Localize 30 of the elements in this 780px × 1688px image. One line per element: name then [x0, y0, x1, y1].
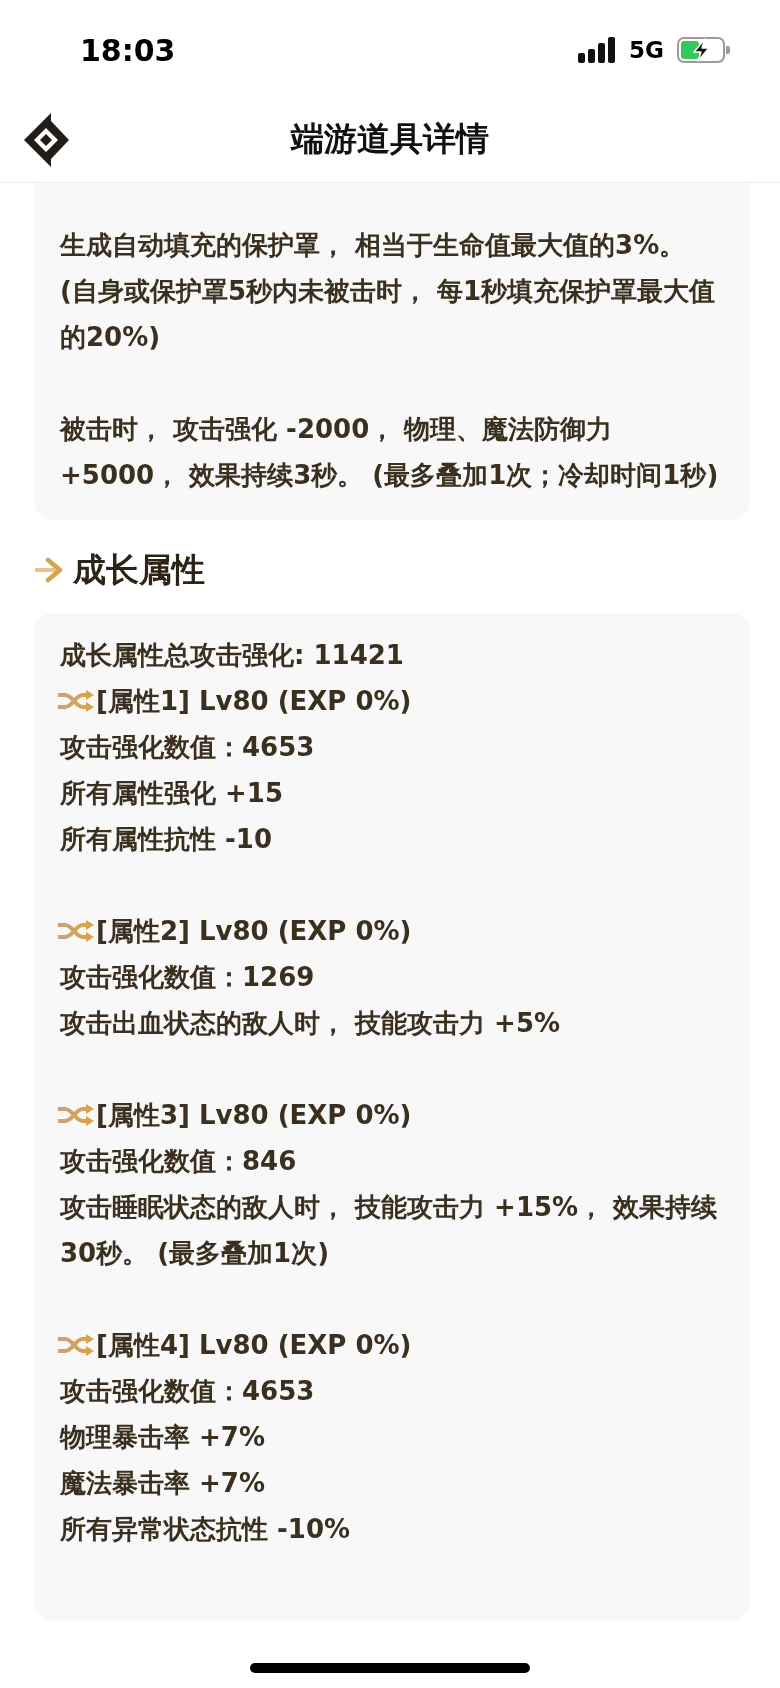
signal-icon [578, 37, 617, 63]
effect-text: 被击时， 攻击强化 -2000， 物理、魔法防御力 +5000， 效果持续3秒。 (最多叠加1次；冷却时间1秒) [60, 413, 720, 492]
section-title: 成长属性 [73, 548, 205, 591]
attribute-stat: 攻击睡眠状态的敌人时， 技能攻击力 +15%， 效果持续30秒。 (最多叠加1次) [60, 1191, 719, 1270]
attribute-stat: 所有属性强化 +15 [60, 777, 285, 810]
attribute-header: [属性2] Lv80 (EXP 0%) [96, 915, 412, 948]
attribute-stat: 魔法暴击率 +7% [60, 1467, 266, 1500]
total-attack-text: 成长属性总攻击强化: 11421 [60, 639, 405, 672]
attribute-stat: 攻击强化数值：846 [60, 1145, 298, 1178]
page-title: 端游道具详情 [291, 117, 489, 160]
attribute-stat: 攻击强化数值：4653 [60, 1375, 316, 1408]
shuffle-icon [57, 920, 95, 942]
logo-icon [24, 111, 69, 167]
effect-text: (自身或保护罩5秒内未被击时， 每1秒填充保护罩最大值的20%) [60, 275, 717, 354]
network-label: 5G [629, 37, 664, 63]
battery-icon [677, 37, 731, 63]
status-time: 18:03 [80, 32, 176, 68]
effect-text: 生成自动填充的保护罩， 相当于生命值最大值的3%。 [60, 229, 687, 262]
attribute-header: [属性4] Lv80 (EXP 0%) [96, 1329, 412, 1362]
shuffle-icon [57, 1334, 95, 1356]
shuffle-icon [57, 1104, 95, 1126]
attribute-stat: 攻击强化数值：4653 [60, 731, 316, 764]
attribute-header: [属性3] Lv80 (EXP 0%) [96, 1099, 412, 1132]
attribute-stat: 所有属性抗性 -10 [60, 823, 274, 856]
attribute-header: [属性1] Lv80 (EXP 0%) [96, 685, 412, 718]
attribute-stat: 物理暴击率 +7% [60, 1421, 266, 1454]
shuffle-icon [57, 690, 95, 712]
attribute-stat: 所有异常状态抗性 -10% [60, 1513, 352, 1546]
attribute-stat: 攻击强化数值：1269 [60, 961, 316, 994]
attribute-stat: 攻击出血状态的敌人时， 技能攻击力 +5% [60, 1007, 562, 1040]
